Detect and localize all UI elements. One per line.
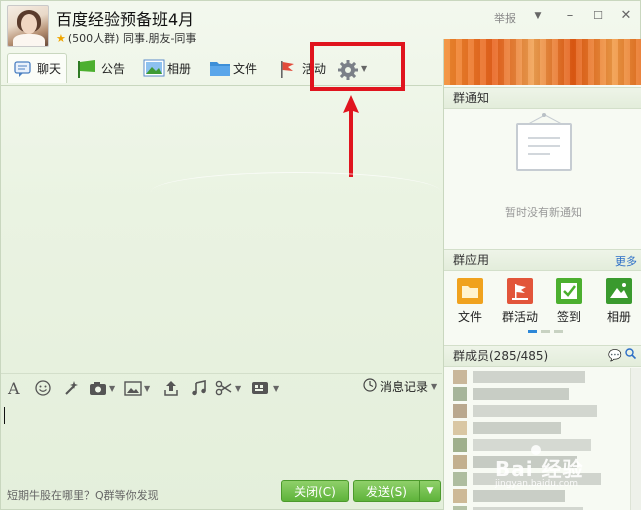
apps-section-title: 群应用 <box>444 249 641 271</box>
scissors-icon[interactable]: ▼ <box>215 379 241 397</box>
screenshot-tool[interactable]: ▼ <box>89 379 115 397</box>
app-group-activity-label: 群活动 <box>501 310 538 324</box>
upload-icon[interactable] <box>163 379 179 397</box>
message-history-button[interactable]: 消息记录 ▼ <box>363 378 437 395</box>
decoration-arc <box>151 172 441 212</box>
tab-announcement[interactable]: 公告 <box>77 53 125 83</box>
app-album-label: 相册 <box>606 310 631 324</box>
app-files-label: 文件 <box>457 310 482 324</box>
folder-app-icon <box>457 278 483 304</box>
list-item[interactable] <box>444 402 629 419</box>
member-tools: 💬 <box>608 348 637 362</box>
dropdown-arrow-icon[interactable]: ▼ <box>529 7 547 25</box>
chevron-down-icon: ▼ <box>431 382 438 391</box>
megaphone-icon <box>77 59 97 78</box>
send-button[interactable]: 发送(S) <box>353 480 420 502</box>
highlight-box <box>310 42 405 91</box>
font-icon[interactable]: A <box>8 379 20 398</box>
ad-banner[interactable] <box>444 39 641 85</box>
report-link[interactable]: 举报 <box>494 10 516 26</box>
message-area[interactable] <box>1 86 442 373</box>
close-icon[interactable]: ✕ <box>617 7 635 25</box>
app-checkin[interactable]: 签到 <box>545 278 593 325</box>
close-button[interactable]: 关闭(C) <box>281 480 349 502</box>
maximize-icon[interactable]: ☐ <box>589 7 607 25</box>
tab-files[interactable]: 文件 <box>209 53 257 83</box>
group-subtitle: ★ (500人群) 同事.朋友-同事 <box>56 30 196 46</box>
list-item[interactable] <box>444 368 629 385</box>
baidu-watermark: Bai 经验 jingyan.baidu.com <box>481 439 631 495</box>
minimize-icon[interactable]: – <box>561 7 579 25</box>
group-avatar[interactable] <box>7 5 49 47</box>
ad-tip-link[interactable]: 短期牛股在哪里？Q群等你发现 <box>7 487 159 503</box>
tab-chat-label: 聊天 <box>37 62 62 76</box>
group-title: 百度经验预备班4月 <box>56 10 195 29</box>
app-files[interactable]: 文件 <box>446 278 494 325</box>
checkin-app-icon <box>556 278 582 304</box>
activity-app-icon <box>507 278 533 304</box>
app-checkin-label: 签到 <box>556 310 581 324</box>
notice-section-title: 群通知 <box>444 87 641 109</box>
watermark-text: Bai 经验 <box>495 457 584 481</box>
group-subtitle-text: (500人群) 同事.朋友-同事 <box>67 32 197 45</box>
more-tools-icon[interactable]: ▼ <box>251 379 279 397</box>
clock-icon <box>363 378 377 395</box>
member-list-scrollbar[interactable] <box>630 368 641 510</box>
tab-album-label: 相册 <box>167 61 192 76</box>
message-input[interactable] <box>1 401 442 477</box>
star-icon: ★ <box>56 32 66 45</box>
image-icon[interactable]: ▼ <box>124 379 150 397</box>
app-group-activity[interactable]: 群活动 <box>496 278 544 325</box>
chat-window: 百度经验预备班4月 ★ (500人群) 同事.朋友-同事 举报 ▼ – ☐ ✕ 聊… <box>0 0 641 510</box>
message-history-label: 消息记录 <box>380 380 429 394</box>
photo-icon <box>143 59 165 77</box>
tab-album[interactable]: 相册 <box>143 53 191 83</box>
app-album[interactable]: 相册 <box>595 278 641 325</box>
chat-bubble-icon <box>13 60 33 78</box>
apps-more-link[interactable]: 更多 <box>615 253 637 269</box>
tab-chat[interactable]: 聊天 <box>7 53 67 83</box>
flag-icon <box>278 59 298 78</box>
apps-pager[interactable] <box>528 330 563 333</box>
tab-announcement-label: 公告 <box>101 61 126 76</box>
music-icon[interactable] <box>191 379 207 397</box>
album-app-icon <box>606 278 632 304</box>
notice-empty-text: 暂时没有新通知 <box>505 206 582 219</box>
emoji-icon[interactable] <box>35 379 51 397</box>
search-icon[interactable] <box>625 348 637 362</box>
chat-bubble-icon[interactable]: 💬 <box>608 349 622 362</box>
notice-board-icon <box>516 113 572 171</box>
list-item[interactable] <box>444 504 629 510</box>
list-item[interactable] <box>444 419 629 436</box>
text-caret <box>4 407 5 424</box>
magic-wand-icon[interactable] <box>63 379 79 397</box>
list-item[interactable] <box>444 385 629 402</box>
send-options-chevron-icon[interactable]: ▼ <box>419 480 441 502</box>
folder-icon <box>209 59 230 77</box>
tab-files-label: 文件 <box>233 61 258 76</box>
watermark-url: jingyan.baidu.com <box>495 479 579 489</box>
